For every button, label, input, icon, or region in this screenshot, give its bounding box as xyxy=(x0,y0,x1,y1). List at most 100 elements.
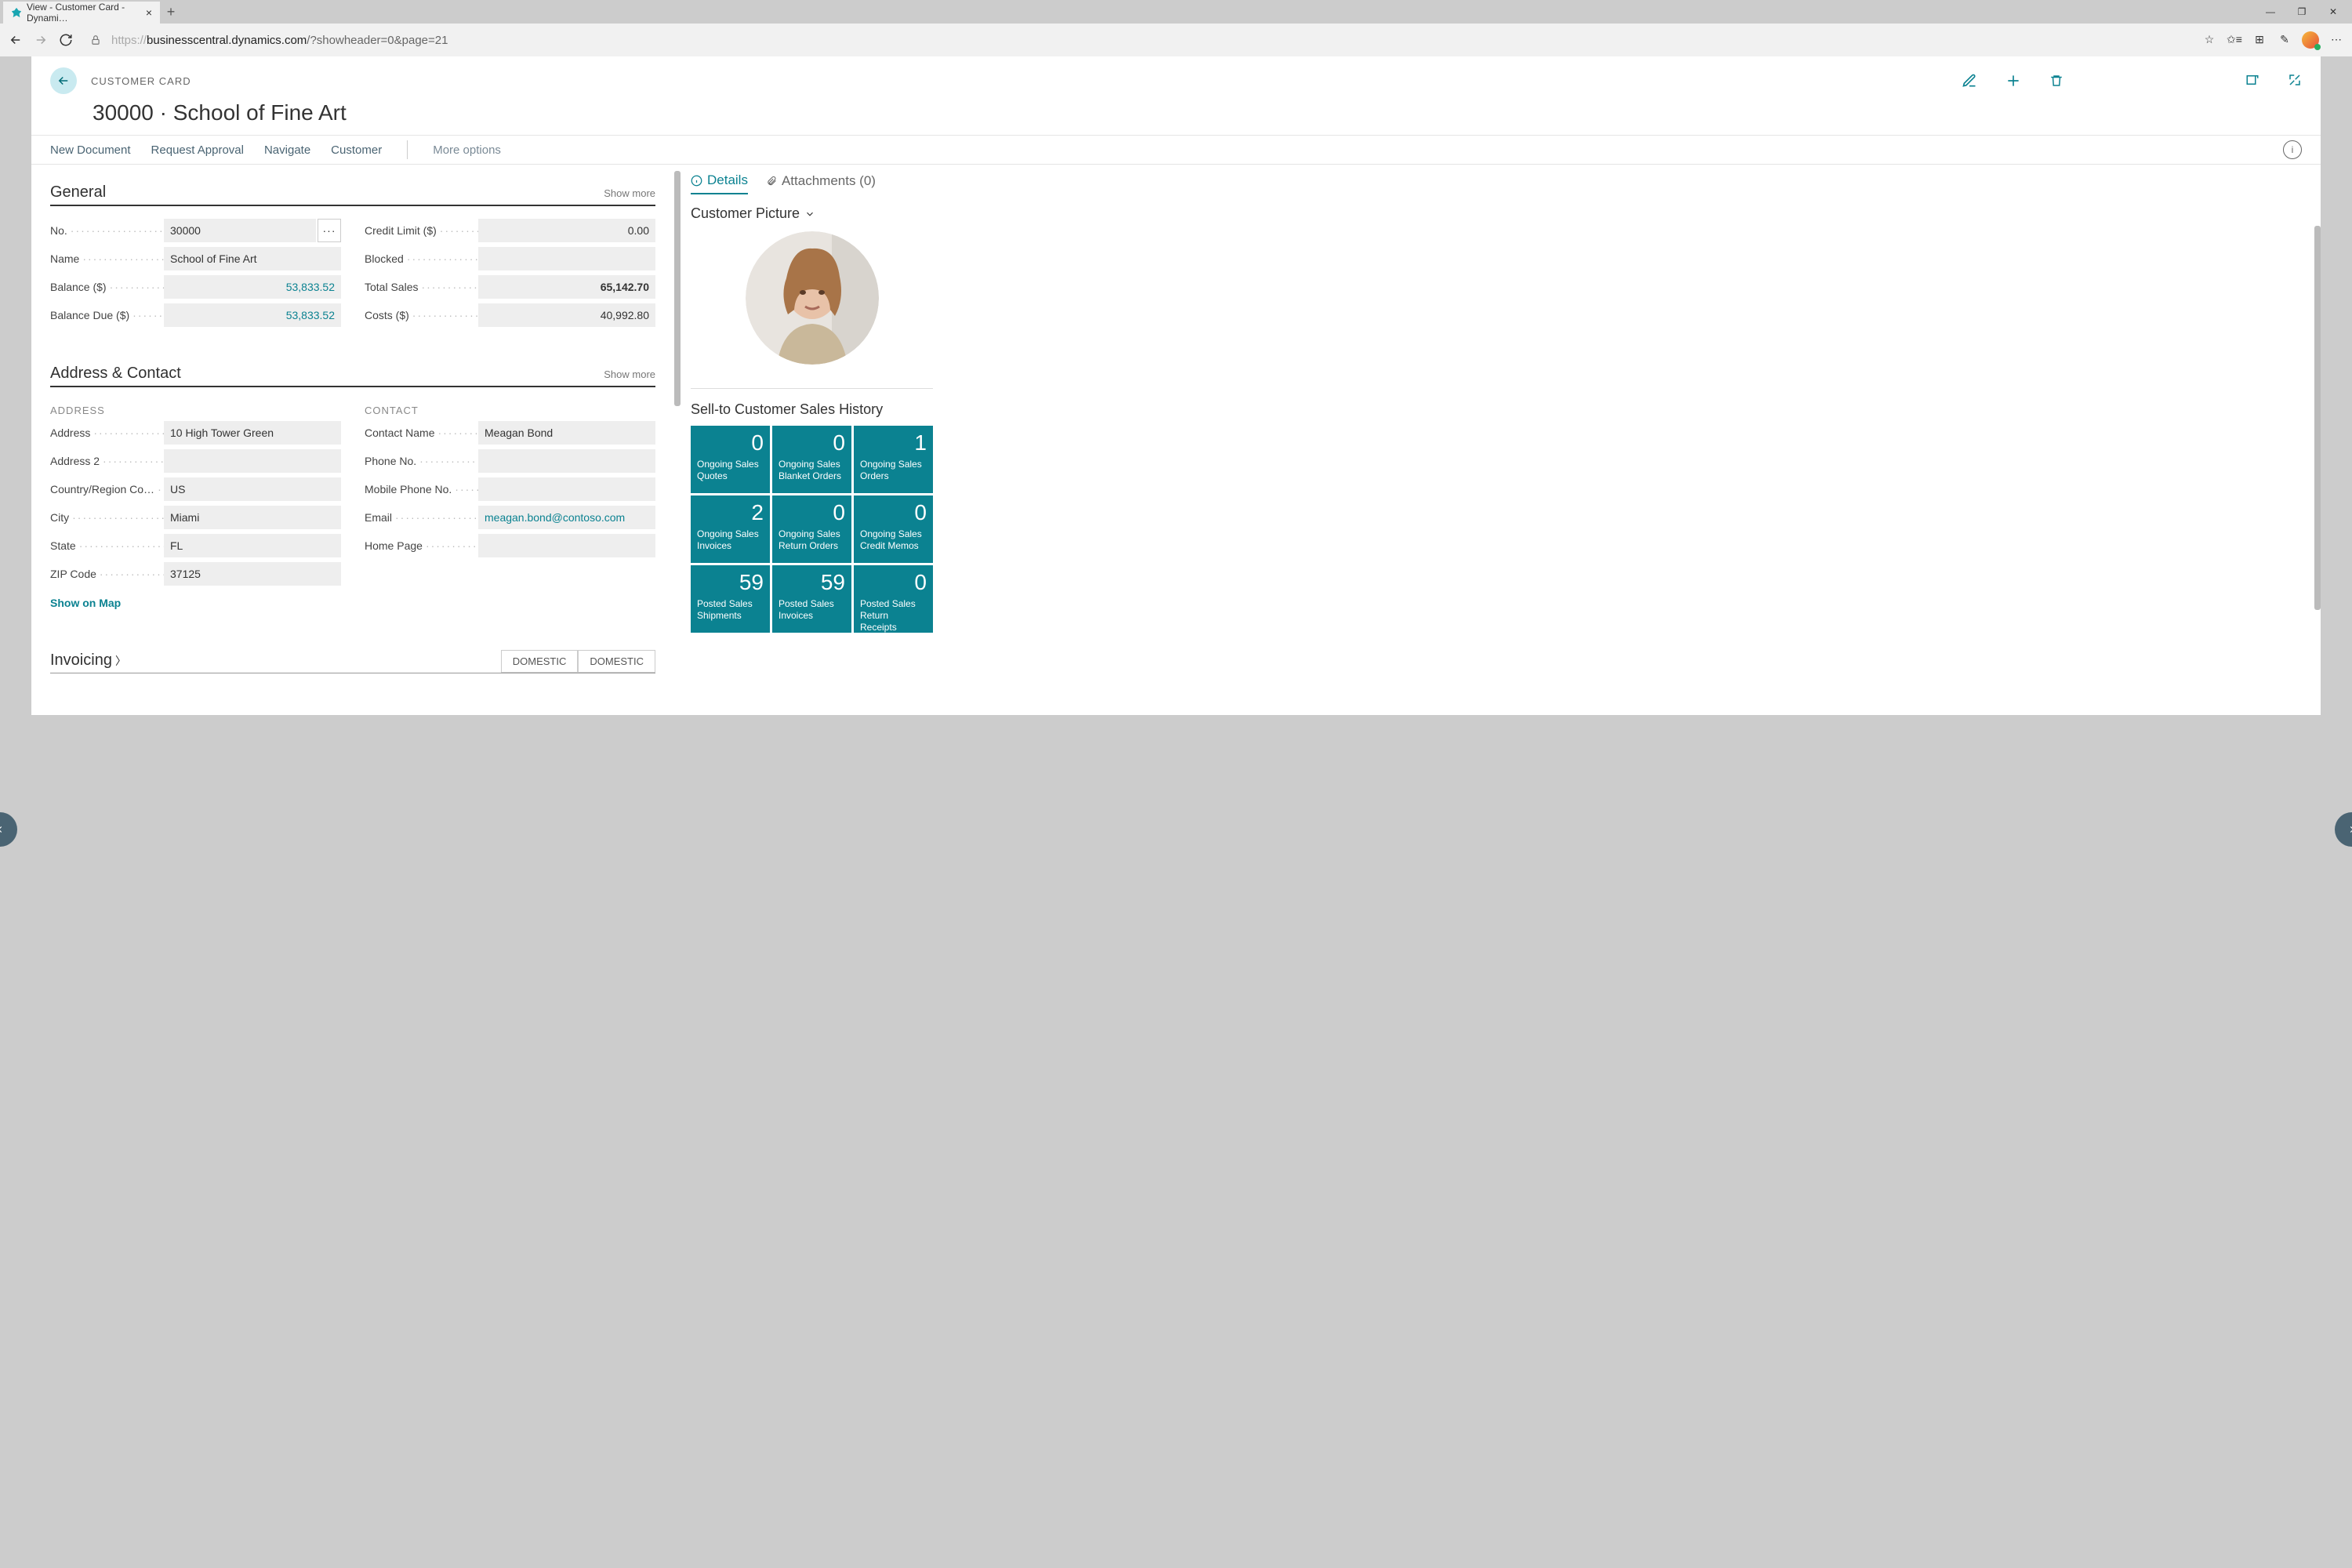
new-button[interactable] xyxy=(2005,73,2021,89)
sales-tile-2[interactable]: 1Ongoing Sales Orders xyxy=(854,426,933,493)
prev-record-button[interactable] xyxy=(0,812,17,847)
tile-label: Ongoing Sales Orders xyxy=(860,459,927,482)
tile-value: 0 xyxy=(860,500,927,525)
menu-navigate[interactable]: Navigate xyxy=(264,143,310,157)
section-title-address-contact: Address & Contact xyxy=(50,365,181,386)
browser-nav-bar: https://businesscentral.dynamics.com/?sh… xyxy=(0,24,2352,56)
sales-tile-7[interactable]: 59Posted Sales Invoices xyxy=(772,565,851,633)
reading-list-icon[interactable]: ✎ xyxy=(2277,31,2292,47)
label-total-sales: Total Sales xyxy=(365,281,478,293)
subsection-contact: CONTACT xyxy=(365,405,655,416)
field-credit-limit[interactable]: 0.00 xyxy=(478,219,655,242)
field-balance-due[interactable]: 53,833.52 xyxy=(164,303,341,327)
label-no: No. xyxy=(50,224,164,237)
field-phone[interactable] xyxy=(478,449,655,473)
page-back-button[interactable] xyxy=(50,67,77,94)
field-total-sales[interactable]: 65,142.70 xyxy=(478,275,655,299)
tile-value: 59 xyxy=(697,570,764,595)
field-state[interactable]: FL xyxy=(164,534,341,557)
lock-icon xyxy=(88,32,103,48)
url-path: /?showheader=0&page=21 xyxy=(307,34,448,47)
window-close-icon[interactable]: ✕ xyxy=(2318,1,2349,23)
address-show-more[interactable]: Show more xyxy=(604,368,655,383)
field-no[interactable]: 30000 xyxy=(164,219,316,242)
label-phone: Phone No. xyxy=(365,455,478,467)
sales-tile-6[interactable]: 59Posted Sales Shipments xyxy=(691,565,770,633)
window-maximize-icon[interactable]: ❐ xyxy=(2286,1,2318,23)
field-address2[interactable] xyxy=(164,449,341,473)
window-minimize-icon[interactable]: — xyxy=(2255,1,2286,23)
menu-request-approval[interactable]: Request Approval xyxy=(151,143,244,157)
edit-button[interactable] xyxy=(1962,73,1977,89)
sales-tile-3[interactable]: 2Ongoing Sales Invoices xyxy=(691,495,770,563)
profile-avatar[interactable] xyxy=(2302,31,2319,49)
field-contact-name[interactable]: Meagan Bond xyxy=(478,421,655,445)
window-controls: — ❐ ✕ xyxy=(2255,1,2349,23)
delete-button[interactable] xyxy=(2049,73,2063,89)
browser-more-icon[interactable]: ⋯ xyxy=(2328,31,2344,47)
invoicing-tag-2[interactable]: DOMESTIC xyxy=(578,650,655,673)
next-record-button[interactable] xyxy=(2335,812,2352,847)
menu-divider xyxy=(407,140,408,159)
field-city[interactable]: Miami xyxy=(164,506,341,529)
field-blocked[interactable] xyxy=(478,247,655,270)
sales-tile-8[interactable]: 0 Posted Sales Return Receipts xyxy=(854,565,933,633)
customer-picture-heading[interactable]: Customer Picture xyxy=(691,205,933,222)
collections-icon[interactable]: ⊞ xyxy=(2252,31,2267,47)
subsection-address: ADDRESS xyxy=(50,405,341,416)
tab-attachments[interactable]: Attachments (0) xyxy=(767,172,876,194)
browser-forward-icon xyxy=(33,32,49,48)
url-protocol: https:// xyxy=(111,34,147,47)
invoicing-tag-1[interactable]: DOMESTIC xyxy=(501,650,579,673)
tab-close-icon[interactable]: × xyxy=(146,6,152,19)
url-host: businesscentral.dynamics.com xyxy=(147,34,307,47)
browser-tab[interactable]: View - Customer Card - Dynami… × xyxy=(3,2,160,24)
field-country[interactable]: US xyxy=(164,477,341,501)
browser-refresh-icon[interactable] xyxy=(58,32,74,48)
open-new-window-button[interactable] xyxy=(2245,73,2259,89)
sales-tile-5[interactable]: 0 Ongoing Sales Credit Memos xyxy=(854,495,933,563)
collapse-factbox-button[interactable] xyxy=(2288,73,2302,89)
show-on-map-link[interactable]: Show on Map xyxy=(50,597,341,609)
url-bar[interactable]: https://businesscentral.dynamics.com/?sh… xyxy=(83,32,2192,48)
tile-label: Ongoing Sales Credit Memos xyxy=(860,528,927,552)
field-zip[interactable]: 37125 xyxy=(164,562,341,586)
field-mobile[interactable] xyxy=(478,477,655,501)
label-city: City xyxy=(50,511,164,524)
customer-picture-label: Customer Picture xyxy=(691,205,800,222)
main-col-scrollbar[interactable] xyxy=(674,171,681,406)
browser-back-icon[interactable] xyxy=(8,32,24,48)
tab-details[interactable]: Details xyxy=(691,172,748,194)
tile-label: Posted Sales Return Receipts xyxy=(860,598,927,633)
favorite-star-icon[interactable]: ☆ xyxy=(2201,31,2217,47)
tile-value: 59 xyxy=(779,570,845,595)
field-name[interactable]: School of Fine Art xyxy=(164,247,341,270)
favorites-list-icon[interactable]: ✩≡ xyxy=(2227,31,2242,47)
section-title-invoicing[interactable]: Invoicing〉 xyxy=(50,652,126,673)
tile-label: Ongoing Sales Invoices xyxy=(697,528,764,552)
label-balance-due: Balance Due ($) xyxy=(50,309,164,321)
tile-label: Ongoing Sales Return Orders xyxy=(779,528,845,552)
field-homepage[interactable] xyxy=(478,534,655,557)
menu-more-options[interactable]: More options xyxy=(433,143,501,157)
menu-customer[interactable]: Customer xyxy=(331,143,382,157)
breadcrumb: CUSTOMER CARD xyxy=(91,75,191,87)
tile-value: 0 xyxy=(860,570,927,595)
sales-tile-4[interactable]: 0Ongoing Sales Return Orders xyxy=(772,495,851,563)
tab-title: View - Customer Card - Dynami… xyxy=(27,2,138,24)
general-show-more[interactable]: Show more xyxy=(604,187,655,202)
page-scrollbar[interactable] xyxy=(2314,226,2321,610)
no-lookup-button[interactable]: ··· xyxy=(318,219,341,242)
info-button[interactable]: i xyxy=(2283,140,2302,159)
customer-picture[interactable] xyxy=(746,231,879,365)
browser-tab-bar: View - Customer Card - Dynami… × + — ❐ ✕ xyxy=(0,0,2352,24)
field-email[interactable]: meagan.bond@contoso.com xyxy=(478,506,655,529)
label-homepage: Home Page xyxy=(365,539,478,552)
new-tab-button[interactable]: + xyxy=(160,1,182,23)
field-balance[interactable]: 53,833.52 xyxy=(164,275,341,299)
sales-tile-1[interactable]: 0Ongoing Sales Blanket Orders xyxy=(772,426,851,493)
field-address[interactable]: 10 High Tower Green xyxy=(164,421,341,445)
field-costs[interactable]: 40,992.80 xyxy=(478,303,655,327)
menu-new-document[interactable]: New Document xyxy=(50,143,131,157)
sales-tile-0[interactable]: 0Ongoing Sales Quotes xyxy=(691,426,770,493)
